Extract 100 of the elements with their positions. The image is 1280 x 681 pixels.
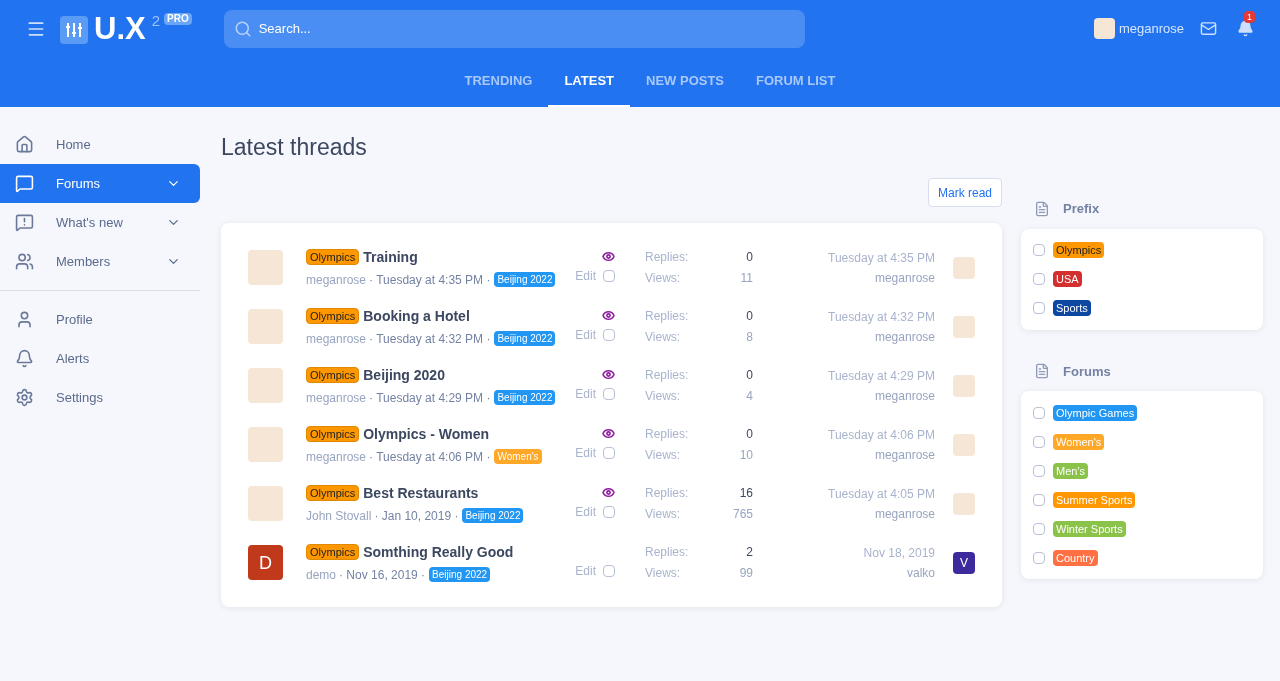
avatar-photo-placeholder[interactable] [248,427,283,462]
avatar-photo-placeholder[interactable] [248,486,283,521]
edit-link[interactable]: Edit [575,385,596,403]
last-post-date[interactable]: Tuesday at 4:06 PM [828,425,935,444]
forum-label[interactable]: Beijing 2022 [462,508,524,523]
avatar-photo-placeholder[interactable] [953,374,975,397]
eye-icon[interactable] [602,427,615,440]
edit-link[interactable]: Edit [575,326,596,344]
filter-label[interactable]: Country [1053,549,1098,566]
thread-title[interactable]: Olympics - Women [363,423,489,445]
sidebar-item[interactable]: Alerts [0,339,200,378]
thread-author[interactable]: meganrose [306,329,367,348]
checkbox[interactable] [1033,551,1045,564]
last-post-date[interactable]: Nov 18, 2019 [863,543,935,562]
thread-title[interactable]: Training [363,246,418,268]
last-poster[interactable]: meganrose [874,445,935,464]
avatar-photo-placeholder[interactable] [248,309,283,344]
forum-label[interactable]: Beijing 2022 [494,331,556,346]
search-field[interactable]: Search... [223,9,805,48]
prefix-label[interactable]: Olympics [306,367,360,383]
filter-label[interactable]: Summer Sports [1053,491,1136,508]
eye-icon[interactable] [602,309,615,322]
last-poster[interactable]: meganrose [874,504,935,523]
last-poster[interactable]: meganrose [874,386,935,405]
edit-link[interactable]: Edit [575,444,596,462]
checkbox[interactable] [603,565,615,577]
prefix-label[interactable]: Olympics [306,544,360,560]
checkbox[interactable] [603,329,615,341]
last-post-date[interactable]: Tuesday at 4:32 PM [828,307,935,326]
thread-title[interactable]: Booking a Hotel [363,305,470,327]
nav-tab[interactable]: NEW POSTS [630,57,741,107]
forum-label[interactable]: Beijing 2022 [429,567,491,582]
nav-tab[interactable]: FORUM LIST [740,57,852,107]
prefix-label[interactable]: Olympics [306,426,360,442]
avatar-photo-placeholder[interactable] [953,433,975,456]
logo-text[interactable]: U.X [94,13,146,44]
sidebar-item[interactable]: Settings [0,378,200,417]
filter-label[interactable]: Sports [1053,300,1091,316]
sidebar-item[interactable]: Home [0,125,200,164]
eye-icon[interactable] [602,250,615,263]
checkbox[interactable] [1033,493,1045,506]
last-poster[interactable]: meganrose [874,268,935,287]
thread-title[interactable]: Somthing Really Good [363,541,514,563]
last-post-date[interactable]: Tuesday at 4:05 PM [828,484,935,503]
forum-label[interactable]: Beijing 2022 [494,390,556,405]
nav-tab[interactable]: LATEST [548,57,630,107]
checkbox[interactable] [1033,435,1045,448]
thread-author[interactable]: John Stovall [306,506,372,525]
bell-icon[interactable] [1237,20,1254,37]
edit-link[interactable]: Edit [575,267,596,285]
sidebar-item[interactable]: Members [0,242,200,281]
logo-mark-icon[interactable] [60,16,88,44]
checkbox[interactable] [1033,522,1045,535]
filter-label[interactable]: Women's [1053,433,1105,450]
mail-icon[interactable] [1200,20,1217,37]
thread-author[interactable]: demo [306,565,337,584]
eye-icon[interactable] [602,486,615,499]
filter-label[interactable]: Winter Sports [1053,520,1126,537]
last-poster[interactable]: meganrose [874,327,935,346]
checkbox[interactable] [1033,406,1045,419]
forum-label[interactable]: Women's [494,449,542,464]
checkbox[interactable] [1033,273,1045,285]
checkbox[interactable] [603,388,615,400]
user-avatar-photo-placeholder[interactable] [1093,18,1115,39]
edit-link[interactable]: Edit [575,503,596,521]
avatar-photo-placeholder[interactable] [248,250,283,285]
thread-author[interactable]: meganrose [306,447,367,466]
checkbox[interactable] [1033,302,1045,314]
filter-label[interactable]: USA [1053,271,1082,287]
thread-title[interactable]: Beijing 2020 [363,364,445,386]
checkbox[interactable] [603,270,615,282]
filter-label[interactable]: Men's [1053,462,1088,479]
prefix-label[interactable]: Olympics [306,249,360,265]
checkbox[interactable] [603,447,615,459]
sidebar-item[interactable]: What's new [0,203,200,242]
avatar-photo-placeholder[interactable] [953,492,975,515]
avatar-photo-placeholder[interactable] [953,315,975,338]
last-post-date[interactable]: Tuesday at 4:29 PM [828,366,935,385]
avatar-photo-placeholder[interactable] [953,256,975,279]
thread-author[interactable]: meganrose [306,270,367,289]
thread-title[interactable]: Best Restaurants [363,482,479,504]
thread-author[interactable]: meganrose [306,388,367,407]
forum-label[interactable]: Beijing 2022 [494,272,556,287]
nav-tab[interactable]: TRENDING [448,57,549,107]
prefix-label[interactable]: Olympics [306,485,360,501]
checkbox[interactable] [1033,464,1045,477]
mark-read-button[interactable]: Mark read [927,178,1002,207]
sidebar-item[interactable]: Profile [0,300,200,339]
edit-link[interactable]: Edit [575,562,596,580]
sidebar-item[interactable]: Forums [0,164,200,203]
filter-label[interactable]: Olympic Games [1053,404,1138,421]
avatar-photo-placeholder[interactable] [248,368,283,403]
letter-avatar[interactable]: V [953,551,975,574]
filter-label[interactable]: Olympics [1053,242,1105,258]
last-poster[interactable]: valko [907,563,935,582]
letter-avatar[interactable]: D [248,545,283,580]
eye-icon[interactable] [602,368,615,381]
last-post-date[interactable]: Tuesday at 4:35 PM [828,248,935,267]
checkbox[interactable] [1033,244,1045,256]
username-link[interactable]: meganrose [1118,18,1184,39]
